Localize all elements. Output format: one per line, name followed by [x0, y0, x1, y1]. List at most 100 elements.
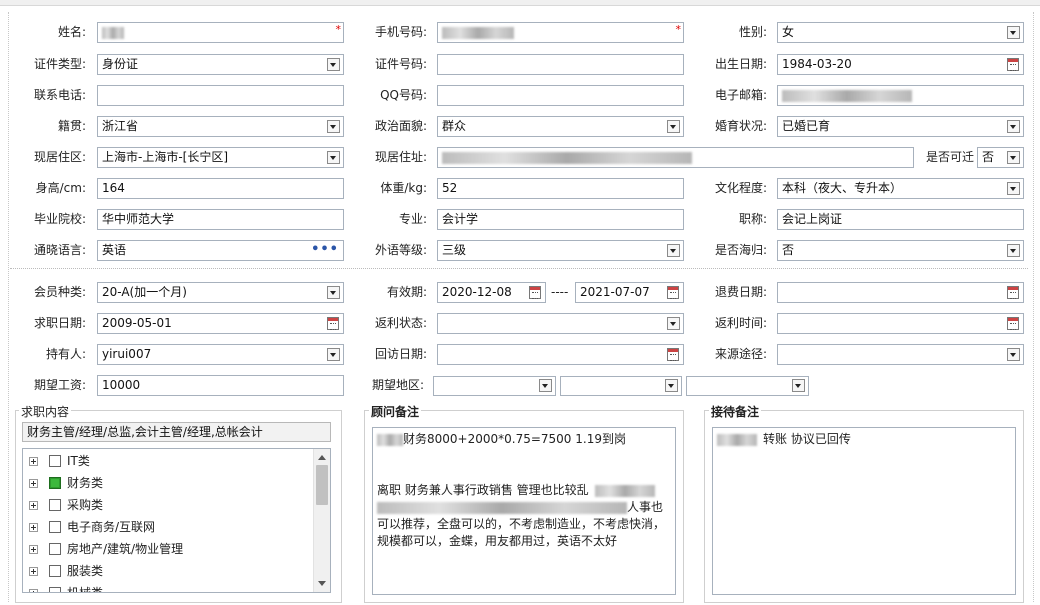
expand-icon[interactable] — [29, 523, 38, 532]
tree-item-label: 服装类 — [67, 564, 104, 578]
chevron-down-icon[interactable] — [327, 120, 340, 133]
email-input[interactable] — [777, 85, 1024, 106]
calendar-icon[interactable] — [529, 286, 541, 299]
chevron-down-icon[interactable] — [667, 244, 680, 257]
region-province-select[interactable] — [433, 376, 556, 396]
current-address-input[interactable] — [437, 147, 914, 168]
native-select[interactable]: 浙江省 — [97, 116, 344, 137]
qq-input[interactable] — [437, 85, 684, 106]
region-city-select[interactable] — [560, 376, 682, 396]
foreign-level-value: 三级 — [442, 243, 467, 257]
foreign-level-select[interactable]: 三级 — [437, 240, 684, 261]
school-input[interactable]: 华中师范大学 — [97, 209, 344, 230]
birth-date-input[interactable]: 1984-03-20 — [777, 54, 1024, 75]
date-range-separator: ---- — [551, 285, 569, 299]
school-label: 毕业院校: — [33, 212, 86, 226]
calendar-icon[interactable] — [1007, 58, 1019, 71]
calendar-icon[interactable] — [1007, 286, 1019, 299]
politics-select[interactable]: 群众 — [437, 116, 684, 137]
chevron-down-icon[interactable] — [327, 286, 340, 299]
phone-input[interactable]: * — [437, 22, 684, 43]
chevron-down-icon[interactable] — [1007, 348, 1020, 361]
checkbox[interactable] — [49, 455, 61, 467]
contact-phone-input[interactable] — [97, 85, 344, 106]
expand-icon[interactable] — [29, 589, 38, 592]
chevron-down-icon[interactable] — [665, 379, 678, 392]
checkbox[interactable] — [49, 587, 61, 592]
chevron-down-icon[interactable] — [1007, 244, 1020, 257]
contact-label: 联系电话: — [33, 88, 86, 102]
chevron-down-icon[interactable] — [327, 58, 340, 71]
checkbox[interactable] — [49, 477, 61, 489]
job-date-input[interactable]: 2009-05-01 — [97, 313, 344, 334]
tree-scrollbar[interactable] — [313, 449, 330, 592]
chevron-down-icon[interactable] — [1007, 120, 1020, 133]
id-type-select[interactable]: 身份证 — [97, 54, 344, 75]
calendar-icon[interactable] — [327, 317, 339, 330]
checkbox[interactable] — [49, 499, 61, 511]
expand-icon[interactable] — [29, 479, 38, 488]
gender-label: 性别: — [738, 25, 767, 39]
weight-input[interactable]: 52 — [437, 178, 684, 199]
salary-input[interactable]: 10000 — [97, 375, 344, 396]
height-input[interactable]: 164 — [97, 178, 344, 199]
calendar-icon[interactable] — [667, 286, 679, 299]
overseas-value: 否 — [782, 243, 795, 257]
education-select[interactable]: 本科（夜大、专升本） — [777, 178, 1024, 199]
consultant-notes-textarea[interactable]: 财务8000+2000*0.75=7500 1.19到岗 离职 财务兼人事行政销售… — [372, 427, 676, 595]
validity-start-input[interactable]: 2020-12-08 — [437, 282, 546, 303]
calendar-icon[interactable] — [667, 348, 679, 361]
checkbox[interactable] — [49, 521, 61, 533]
scroll-thumb[interactable] — [316, 465, 328, 505]
relocate-select[interactable]: 否 — [977, 147, 1024, 168]
job-category-tree[interactable]: IT类 财务类 采购类 电子商务/互联网 房地产/建筑/物业管理 服装类 机械类 — [22, 448, 331, 593]
holder-select[interactable]: yirui007 — [97, 344, 344, 365]
refund-date-input[interactable] — [777, 282, 1024, 303]
id-no-input[interactable] — [437, 54, 684, 75]
more-icon[interactable]: ••• — [311, 243, 339, 257]
visit-date-input[interactable] — [437, 344, 684, 365]
validity-end-input[interactable]: 2021-07-07 — [575, 282, 684, 303]
title-input[interactable]: 会记上岗证 — [777, 209, 1024, 230]
chevron-down-icon[interactable] — [667, 120, 680, 133]
chevron-down-icon[interactable] — [1007, 26, 1020, 39]
overseas-select[interactable]: 否 — [777, 240, 1024, 261]
expand-icon[interactable] — [29, 501, 38, 510]
rebate-status-select[interactable] — [437, 313, 684, 334]
chevron-down-icon[interactable] — [539, 379, 552, 392]
checkbox[interactable] — [49, 543, 61, 555]
current-area-select[interactable]: 上海市-上海市-[长宁区] — [97, 147, 344, 168]
id-type-label: 证件类型: — [33, 57, 86, 71]
job-content-summary: 财务主管/经理/总监,会计主管/经理,总帐会计 — [22, 422, 331, 442]
reception-notes-textarea[interactable]: 转账 协议已回传 — [712, 427, 1016, 595]
source-select[interactable] — [777, 344, 1024, 365]
region-district-select[interactable] — [686, 376, 809, 396]
checkbox[interactable] — [49, 565, 61, 577]
visit-date-label: 回访日期: — [374, 347, 427, 361]
member-type-select[interactable]: 20-A(加一个月) — [97, 282, 344, 303]
note-line: 可以推荐，全盘可以的，不考虑制造业，不考虑快消， — [377, 517, 666, 531]
salary-label: 期望工资: — [33, 378, 86, 392]
chevron-down-icon[interactable] — [1007, 151, 1020, 164]
chevron-down-icon[interactable] — [1007, 182, 1020, 195]
name-label: 姓名: — [57, 25, 86, 39]
major-input[interactable]: 会计学 — [437, 209, 684, 230]
rebate-status-label: 返利状态: — [374, 316, 427, 330]
required-mark: * — [335, 23, 342, 36]
chevron-down-icon[interactable] — [327, 348, 340, 361]
expand-icon[interactable] — [29, 567, 38, 576]
language-input[interactable]: 英语 ••• — [97, 240, 344, 261]
chevron-down-icon[interactable] — [792, 379, 805, 392]
expand-icon[interactable] — [29, 457, 38, 466]
rebate-time-input[interactable] — [777, 313, 1024, 334]
chevron-down-icon[interactable] — [667, 317, 680, 330]
height-value: 164 — [102, 181, 125, 195]
name-input[interactable]: * — [97, 22, 344, 43]
scroll-up-icon[interactable] — [318, 455, 326, 460]
marital-select[interactable]: 已婚已育 — [777, 116, 1024, 137]
scroll-down-icon[interactable] — [318, 581, 326, 586]
gender-select[interactable]: 女 — [777, 22, 1024, 43]
calendar-icon[interactable] — [1007, 317, 1019, 330]
chevron-down-icon[interactable] — [327, 151, 340, 164]
expand-icon[interactable] — [29, 545, 38, 554]
